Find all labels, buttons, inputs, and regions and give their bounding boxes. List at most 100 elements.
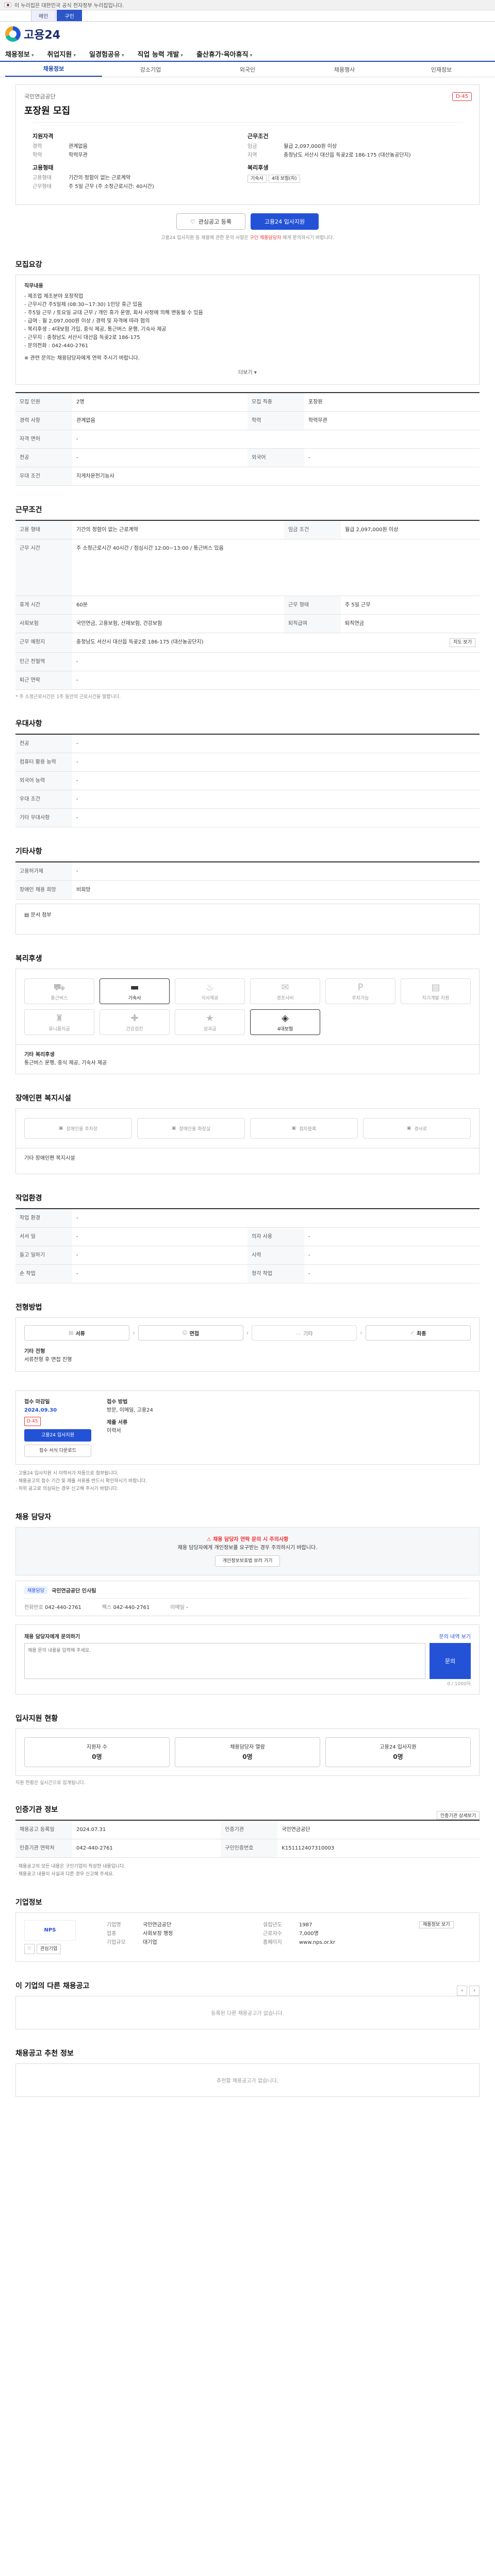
tab-job[interactable]: 구인 (57, 10, 82, 21)
subnav-event[interactable]: 채용행사 (296, 65, 393, 74)
form-download-button[interactable]: 접수 서식 다운로드 (24, 1445, 91, 1457)
gnb-experience[interactable]: 일경험공유 (89, 49, 124, 59)
attachment-link[interactable]: 문서 첨부 (31, 912, 52, 918)
gov-banner-text: 이 누리집은 대한민국 공식 전자정부 누리집입니다. (14, 3, 124, 9)
preference-table: 전공 - 컴퓨터 활용 능력 - 외국어 능력 - 우대 조건 - 기타 우대사항 - (15, 734, 480, 827)
table-value: K151112407310003 (277, 1839, 480, 1858)
table-row: 전공 - (15, 734, 480, 753)
welfare-item: ★ 성과급 (175, 1009, 245, 1035)
method-label: 접수 방법 (107, 1399, 128, 1405)
table-row: 고용허가제 - (15, 862, 480, 881)
fax-value: 042-440-2761 (113, 1605, 150, 1611)
disabled-item: ▣ 경사로 (363, 1118, 471, 1139)
gnb-support[interactable]: 취업지원 (47, 49, 76, 59)
apply-button[interactable]: 고용24 입사지원 (250, 213, 319, 230)
privacy-law-button[interactable]: 개인정보보호법 보러 가기 (214, 1555, 280, 1567)
note-item: 채용공고의 접수 기간 및 제출 서류를 반드시 확인하시기 바랍니다. (15, 1478, 480, 1485)
company-jobs-button[interactable]: 채용정보 보기 (419, 1921, 454, 1928)
company-logo: NPS (24, 1920, 76, 1941)
gnb-leave[interactable]: 출산휴가·육아휴직 (196, 49, 252, 59)
welfare-item: ♨ 식사제공 (175, 978, 245, 1004)
table-key: 시력 (248, 1246, 304, 1265)
qna-history-link[interactable]: 문의 내역 보기 (439, 1632, 471, 1640)
subnav-foreign[interactable]: 외국인 (199, 65, 296, 74)
contact-warning-title: 채용 담당자 연락 문의 시 주의사항 (213, 1537, 289, 1543)
company-value: 7,000명 (299, 1931, 319, 1937)
uniform-icon: ♜ (55, 1013, 64, 1024)
deadline-apply-button[interactable]: 고용24 입사지원 (24, 1429, 91, 1442)
recruit-line: - 근무시간 주5일제 (08:30~17:30) 1인당 휴근 있음 (24, 302, 142, 308)
company-value[interactable]: www.nps.or.kr (299, 1939, 335, 1946)
summary-key: 근무형태 (32, 184, 52, 190)
process-note: 서류전형 후 면접 진행 (24, 1357, 72, 1363)
table-key: 채용공고 등록일 (15, 1820, 72, 1839)
company-key: 업종 (107, 1931, 117, 1937)
table-value: - (304, 1264, 480, 1283)
status-value: 0명 (92, 1753, 102, 1760)
recruit-table: 모집 인원 2명 모집 직종 포장원 경력 사항 관계없음 학력 학력무관 자격 면허 - 전… (15, 392, 480, 486)
table-row: 장애인 채용 희망 비희망 (15, 880, 480, 900)
table-row: 채용공고 등록일 2024.07.31 인증기관 국민연금공단 (15, 1820, 480, 1839)
disabled-label: 점자블록 (299, 1126, 317, 1132)
process-title: 기타 전형 (24, 1349, 45, 1354)
gnb-training[interactable]: 직업 능력 개발 (137, 49, 183, 59)
company-name[interactable]: 국민연금공단 (24, 92, 471, 100)
qna-submit-button[interactable]: 문의 (430, 1643, 471, 1679)
welfare-label: 성과급 (203, 1027, 217, 1032)
welfare-label: 식사제공 (201, 996, 219, 1001)
job-title-box: 국민연금공단 포장원 모집 D-45 지원자격 경력 관계없음 학력 학력무관 고용… (15, 84, 480, 205)
braille-icon: ▣ (291, 1126, 296, 1131)
site-logo[interactable]: 고용24 (0, 22, 495, 46)
apply-note-highlight: 구인 채용담당자 (250, 235, 282, 241)
extra-table: 고용허가제 - 장애인 채용 희망 비희망 (15, 861, 480, 900)
disabled-item: ▣ 장애인용 주차장 (24, 1118, 132, 1139)
disabled-section: 장애인편 복지시설 ▣ 장애인용 주차장 ▣ 장애인용 화장실 ▣ 점자블록 ▣ 경사로… (15, 1093, 480, 1174)
action-buttons: ♡ 관심공고 등록 고용24 입사지원 (15, 213, 480, 230)
table-value: - (72, 862, 480, 881)
table-row: 근무 예정지 충청남도 서산시 대산읍 독곶2로 186-175 (대산농공단지)… (15, 633, 480, 653)
table-key: 퇴근 연락 (15, 671, 72, 690)
subnav-small[interactable]: 강소기업 (102, 65, 199, 74)
company-value: 사회보장 행정 (143, 1931, 173, 1937)
company-like-button[interactable]: 관심기업 (37, 1944, 61, 1954)
table-key: 경력 사항 (15, 411, 72, 430)
qna-input[interactable] (24, 1643, 425, 1679)
table-key: 구인인증번호 (221, 1839, 278, 1858)
heart-icon: ♡ (190, 218, 195, 225)
gnb-recruit[interactable]: 채용정보 (5, 49, 34, 59)
welfare-label: 기숙사 (128, 996, 141, 1001)
check-icon: ✓ (410, 1330, 415, 1336)
other-jobs-section: 이 기업의 다른 채용공고 ‹ › 등록된 다른 채용공고가 없습니다. (15, 1980, 480, 2029)
info-detail-button[interactable]: 인증기관 상세보기 (436, 1811, 480, 1820)
table-row: 자격 면허 - (15, 430, 480, 449)
company-key: 기업규모 (107, 1940, 126, 1945)
map-button[interactable]: 지도 보기 (450, 638, 475, 647)
heart-icon[interactable]: ♡ (24, 1944, 35, 1954)
conditions-section: 근무조건 고용 형태 기간의 정함이 없는 근로계약 임금 조건 월급 2,097,0… (15, 504, 480, 700)
table-row: 기타 우대사항 - (15, 808, 480, 827)
status-label: 고용24 입사지원 (380, 1744, 417, 1750)
company-key: 기업명 (107, 1922, 121, 1928)
chevron-left-icon[interactable]: ‹ (457, 1986, 468, 1996)
chevron-right-icon[interactable]: › (469, 1986, 480, 1996)
welfare-sub-text: 통근버스 운행, 중식 제공, 기숙사 제공 (24, 1060, 107, 1066)
table-value: - (72, 1264, 248, 1283)
gov-banner: 이 누리집은 대한민국 공식 전자정부 누리집입니다. (0, 0, 495, 10)
qna-count: 0 / 1000자 (447, 1682, 471, 1687)
arrow-icon: › (360, 1329, 363, 1336)
table-value: 포장원 (304, 393, 480, 412)
table-value: - (72, 448, 248, 467)
env-table: 작업 환경 - 서서 일 - 의자 사용 - 들고 일하기 - 시력 - 손 작업 - 청각 작업… (15, 1208, 480, 1283)
tab-main[interactable]: 메인 (31, 10, 56, 21)
table-value: - (72, 671, 480, 690)
table-value: 관계없음 (72, 411, 248, 430)
like-button[interactable]: ♡ 관심공고 등록 (176, 213, 245, 230)
dday-badge: D-45 (452, 92, 472, 101)
job-summary: 지원자격 경력 관계없음 학력 학력무관 고용형태 고용형태 기간의 정함이 없는 근… (32, 122, 463, 197)
table-key: 퇴직급여 (284, 614, 341, 633)
disabled-label: 장애인용 주차장 (66, 1126, 98, 1132)
table-value: - (72, 771, 480, 790)
subnav-talent[interactable]: 인재정보 (393, 65, 490, 74)
subnav-recruit[interactable]: 채용정보 (5, 62, 102, 77)
more-button[interactable]: 더보기 ▾ (24, 369, 471, 377)
